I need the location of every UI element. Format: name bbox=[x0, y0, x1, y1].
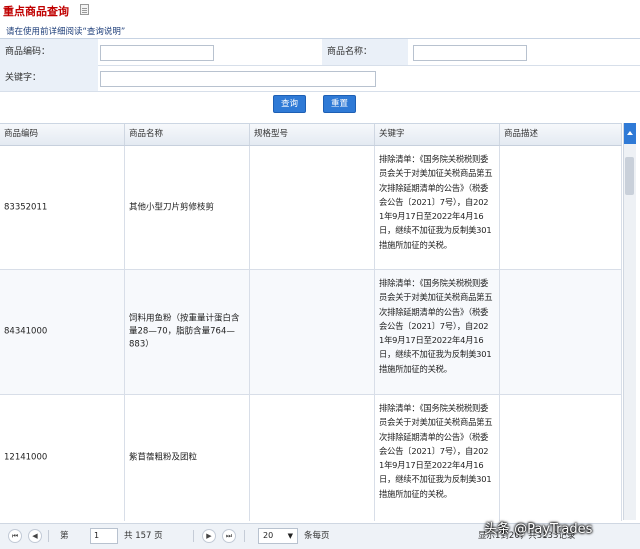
page-size-suffix: 条每页 bbox=[304, 531, 330, 541]
last-page-icon[interactable]: ⏭ bbox=[222, 529, 236, 543]
form-row: 商品编码： 商品名称： bbox=[0, 39, 640, 66]
page-count: 共 157 页 bbox=[124, 531, 163, 541]
page-size-select[interactable]: 20 ▼ bbox=[258, 528, 298, 544]
chevron-down-icon: ▼ bbox=[287, 532, 293, 540]
cell-name: 饲料用鱼粉（按重量计蛋白含量28—70，脂肪含量764—883） bbox=[129, 313, 240, 350]
divider bbox=[244, 530, 245, 542]
divider bbox=[48, 530, 49, 542]
cell-keyword: 排除清单：《国务院关税税则委员会关于对美加征关税商品第五次排除延期清单的公告》（… bbox=[379, 154, 493, 250]
page-number-input[interactable]: 1 bbox=[90, 528, 118, 544]
cell-keyword: 排除清单：《国务院关税税则委员会关于对美加征关税商品第五次排除延期清单的公告》（… bbox=[379, 403, 493, 499]
cell-code: 83352011 bbox=[4, 202, 48, 212]
prev-page-icon[interactable]: ◀ bbox=[28, 529, 42, 543]
column-header-spec[interactable]: 规格型号 bbox=[250, 124, 375, 145]
next-page-icon[interactable]: ▶ bbox=[202, 529, 216, 543]
name-input[interactable] bbox=[413, 45, 527, 61]
cell-code: 84341000 bbox=[4, 326, 48, 337]
table-header: 商品编码 商品名称 规格型号 关键字 商品描述 bbox=[0, 124, 622, 146]
reset-button[interactable]: 重置 bbox=[323, 95, 356, 113]
table-row[interactable]: 12141000 紫苜蓿粗粉及团粒 排除清单：《国务院关税税则委员会关于对美加征… bbox=[0, 395, 622, 521]
page-prefix: 第 bbox=[60, 531, 69, 541]
keyword-label: 关键字： bbox=[0, 65, 98, 91]
cell-name: 其他小型刀片剪修枝剪 bbox=[129, 202, 215, 212]
cell-code: 12141000 bbox=[4, 452, 48, 463]
document-icon[interactable] bbox=[80, 4, 89, 15]
title-bar: 重点商品查询 bbox=[0, 0, 640, 20]
action-bar: 查询 重置 bbox=[0, 95, 640, 117]
column-header-desc[interactable]: 商品描述 bbox=[500, 124, 622, 145]
table-row[interactable]: 83352011 其他小型刀片剪修枝剪 排除清单：《国务院关税税则委员会关于对美… bbox=[0, 146, 622, 270]
column-header-code[interactable]: 商品编码 bbox=[0, 124, 125, 145]
first-page-icon[interactable]: ⏮ bbox=[8, 529, 22, 543]
table-row[interactable]: 84341000 饲料用鱼粉（按重量计蛋白含量28—70，脂肪含量764—883… bbox=[0, 270, 622, 395]
vertical-scrollbar[interactable] bbox=[623, 123, 636, 520]
cell-name: 紫苜蓿粗粉及团粒 bbox=[129, 452, 198, 463]
usage-hint: 请在使用前详细阅读“查询说明” bbox=[6, 27, 126, 37]
column-header-name[interactable]: 商品名称 bbox=[125, 124, 250, 145]
scroll-thumb[interactable] bbox=[625, 157, 634, 195]
code-input[interactable] bbox=[100, 45, 214, 61]
results-table: 商品编码 商品名称 规格型号 关键字 商品描述 83352011 其他小型刀片剪… bbox=[0, 123, 622, 521]
page-title: 重点商品查询 bbox=[3, 5, 69, 18]
query-button[interactable]: 查询 bbox=[273, 95, 306, 113]
form-row: 关键字： bbox=[0, 65, 640, 92]
divider bbox=[193, 530, 194, 542]
watermark: 头条 @PayTrades bbox=[484, 522, 593, 537]
cell-keyword: 排除清单：《国务院关税税则委员会关于对美加征关税商品第五次排除延期清单的公告》（… bbox=[379, 278, 493, 374]
scroll-up-icon[interactable] bbox=[624, 123, 636, 144]
search-form: 商品编码： 商品名称： 关键字： bbox=[0, 39, 640, 92]
page-size-value: 20 bbox=[263, 531, 274, 540]
name-label: 商品名称： bbox=[322, 39, 408, 65]
code-label: 商品编码： bbox=[0, 39, 98, 65]
keyword-input[interactable] bbox=[100, 71, 376, 87]
column-header-keyword[interactable]: 关键字 bbox=[375, 124, 500, 145]
